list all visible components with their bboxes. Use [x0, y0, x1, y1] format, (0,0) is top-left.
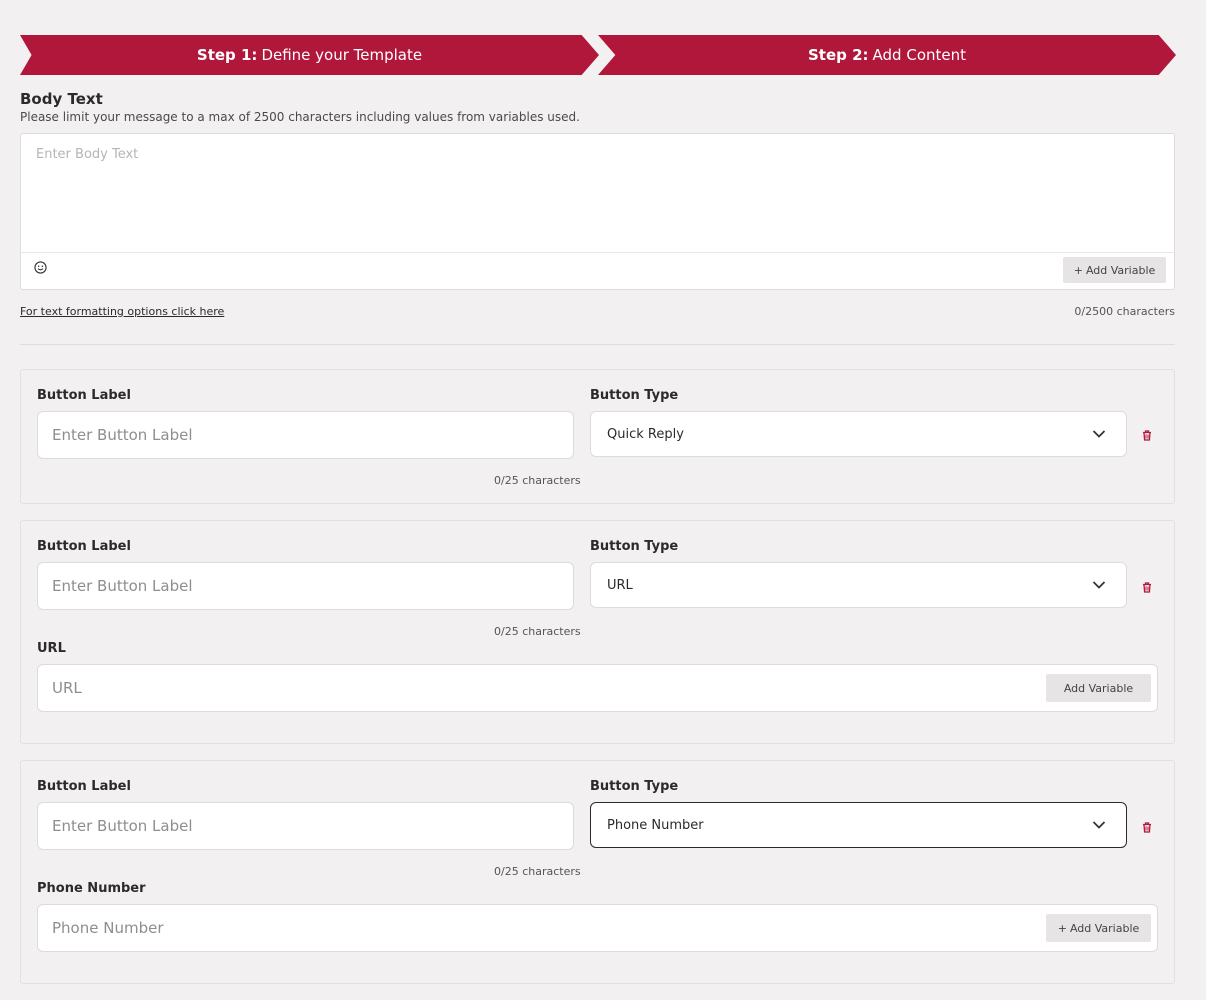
step-2[interactable]: Step 2: Add Content: [598, 35, 1176, 75]
phone-number-input[interactable]: [37, 904, 1158, 952]
button-label-count: 0/25 characters: [494, 474, 581, 487]
button-label-title: Button Label: [37, 779, 131, 794]
url-input[interactable]: [37, 664, 1158, 712]
button-type-value: Quick Reply: [607, 426, 684, 442]
phone-add-variable-label: Add Variable: [1069, 921, 1140, 935]
body-editor-toolbar: + Add Variable: [21, 252, 1174, 289]
smiley-icon[interactable]: [34, 261, 47, 274]
url-add-variable-button[interactable]: Add Variable: [1046, 674, 1151, 702]
url-title: URL: [37, 641, 66, 656]
trash-icon[interactable]: [1142, 582, 1152, 593]
text-formatting-link[interactable]: For text formatting options click here: [20, 305, 224, 318]
chevron-down-icon: [1092, 821, 1106, 829]
button-type-title: Button Type: [590, 539, 679, 554]
section-divider: [20, 344, 1175, 345]
button-label-count: 0/25 characters: [494, 625, 581, 638]
step-progress: Step 1: Define your Template Step 2: Add…: [20, 35, 1176, 75]
url-add-variable-label: Add Variable: [1063, 681, 1134, 695]
button-card-1: Button Label 0/25 characters Button Type…: [20, 369, 1175, 504]
button-type-value: Phone Number: [607, 817, 704, 833]
body-text-title: Body Text: [20, 90, 103, 108]
body-char-count: 0/2500 characters: [1074, 305, 1175, 318]
button-label-input[interactable]: [37, 411, 574, 459]
trash-icon[interactable]: [1142, 430, 1152, 441]
body-add-variable-button[interactable]: + Add Variable: [1063, 257, 1166, 283]
chevron-down-icon: [1092, 430, 1106, 438]
button-card-3: Button Label 0/25 characters Button Type…: [20, 760, 1175, 984]
button-label-title: Button Label: [37, 539, 131, 554]
button-label-input[interactable]: [37, 802, 574, 850]
body-text-description: Please limit your message to a max of 25…: [20, 110, 580, 124]
step-2-label: Add Content: [872, 46, 966, 64]
button-card-2: Button Label 0/25 characters Button Type…: [20, 520, 1175, 744]
button-label-count: 0/25 characters: [494, 865, 581, 878]
plus-icon: +: [1057, 921, 1067, 935]
step-1-label: Define your Template: [261, 46, 423, 64]
button-type-value: URL: [607, 577, 633, 593]
button-label-input[interactable]: [37, 562, 574, 610]
body-text-input[interactable]: [21, 134, 1174, 254]
button-label-title: Button Label: [37, 388, 131, 403]
button-type-select[interactable]: URL: [590, 562, 1127, 608]
button-type-select[interactable]: Quick Reply: [590, 411, 1127, 457]
step-1[interactable]: Step 1: Define your Template: [20, 35, 599, 75]
phone-add-variable-button[interactable]: + Add Variable: [1046, 914, 1151, 942]
phone-number-title: Phone Number: [37, 881, 146, 896]
plus-icon: +: [1073, 263, 1083, 277]
button-type-select[interactable]: Phone Number: [590, 802, 1127, 848]
trash-icon[interactable]: [1142, 822, 1152, 833]
chevron-down-icon: [1092, 581, 1106, 589]
button-type-title: Button Type: [590, 779, 679, 794]
step-1-prefix: Step 1:: [196, 46, 258, 64]
button-type-title: Button Type: [590, 388, 679, 403]
body-text-editor: + Add Variable: [20, 133, 1175, 290]
body-add-variable-label: Add Variable: [1085, 263, 1156, 277]
step-2-prefix: Step 2:: [807, 46, 869, 64]
